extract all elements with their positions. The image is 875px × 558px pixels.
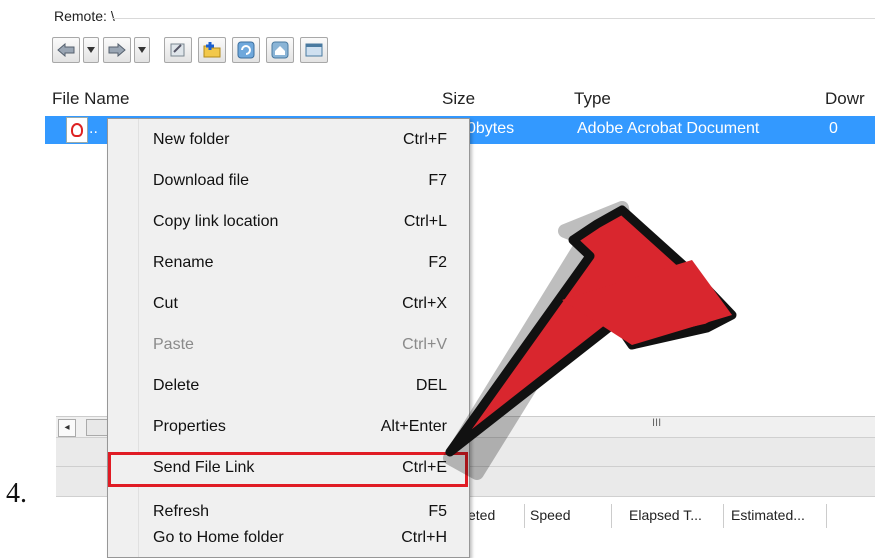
menu-item-shortcut: DEL: [415, 377, 447, 394]
remote-label: Remote:: [54, 8, 107, 24]
column-separator: [723, 504, 724, 528]
ftp-client-screenshot: Remote: \ File Name Size Type Dowr .. 0b…: [42, 0, 875, 558]
column-header-downloads[interactable]: Dowr: [825, 89, 865, 109]
back-arrow-icon[interactable]: [52, 37, 80, 63]
column-separator: [611, 504, 612, 528]
remote-path: \: [110, 8, 115, 24]
step-number: 4.: [6, 478, 27, 509]
menu-item-new-folder[interactable]: New folder Ctrl+F: [108, 122, 469, 163]
menu-item-label: New folder: [153, 131, 230, 148]
menu-item-shortcut: Ctrl+V: [402, 336, 447, 353]
menu-item-download-file[interactable]: Download file F7: [108, 163, 469, 204]
file-name: ..: [89, 120, 98, 137]
queue-column-completed[interactable]: eted: [468, 507, 495, 523]
dropdown-icon[interactable]: [134, 37, 150, 63]
queue-column-estimated[interactable]: Estimated...: [731, 507, 805, 523]
scroll-left-icon[interactable]: ◂: [58, 419, 76, 437]
forward-arrow-icon[interactable]: [103, 37, 131, 63]
menu-item-label: Rename: [153, 254, 214, 271]
column-separator: [524, 504, 525, 528]
menu-item-shortcut: Ctrl+H: [401, 529, 447, 546]
menu-item-delete[interactable]: Delete DEL: [108, 368, 469, 409]
menu-item-label: Go to Home folder: [153, 529, 284, 546]
scroll-grip[interactable]: III: [652, 417, 661, 429]
new-folder-icon[interactable]: [198, 37, 226, 63]
menu-item-label: Refresh: [153, 503, 210, 520]
edit-icon[interactable]: [164, 37, 192, 63]
column-header-size[interactable]: Size: [442, 89, 475, 109]
menu-item-shortcut: Ctrl+E: [402, 459, 447, 476]
column-separator: [826, 504, 827, 528]
context-menu: New folder Ctrl+F Download file F7 Copy …: [107, 118, 470, 558]
menu-item-copy-link-location[interactable]: Copy link location Ctrl+L: [108, 204, 469, 245]
menu-item-go-to-home-folder[interactable]: Go to Home folder Ctrl+H: [108, 520, 469, 558]
file-list-header: File Name Size Type Dowr: [42, 86, 875, 113]
menu-item-paste: Paste Ctrl+V: [108, 327, 469, 368]
file-downloads: 0: [829, 120, 838, 137]
window-icon[interactable]: [300, 37, 328, 63]
menu-item-label: Send File Link: [153, 459, 255, 476]
menu-item-label: Paste: [153, 336, 194, 353]
menu-item-send-file-link[interactable]: Send File Link Ctrl+E: [108, 452, 469, 495]
menu-item-label: Copy link location: [153, 213, 279, 230]
column-header-type[interactable]: Type: [574, 89, 611, 109]
menu-item-shortcut: F2: [428, 254, 447, 271]
menu-item-shortcut: Ctrl+X: [402, 295, 447, 312]
file-type: Adobe Acrobat Document: [577, 120, 760, 137]
menu-item-shortcut: Ctrl+F: [403, 131, 447, 148]
home-folder-icon[interactable]: [266, 37, 294, 63]
refresh-icon[interactable]: [232, 37, 260, 63]
column-header-file-name[interactable]: File Name: [52, 89, 129, 109]
menu-item-shortcut: Alt+Enter: [380, 418, 447, 435]
queue-column-speed[interactable]: Speed: [530, 507, 570, 523]
menu-item-cut[interactable]: Cut Ctrl+X: [108, 286, 469, 327]
menu-item-label: Download file: [153, 172, 250, 189]
menu-item-properties[interactable]: Properties Alt+Enter: [108, 409, 469, 450]
menu-item-label: Delete: [153, 377, 200, 394]
menu-item-rename[interactable]: Rename F2: [108, 245, 469, 286]
queue-column-elapsed[interactable]: Elapsed T...: [629, 507, 702, 523]
divider: [112, 18, 875, 19]
remote-path-bar: Remote: \: [54, 8, 115, 24]
menu-item-label: Cut: [153, 295, 178, 312]
menu-item-label: Properties: [153, 418, 226, 435]
dropdown-icon[interactable]: [83, 37, 99, 63]
menu-item-shortcut: F7: [428, 172, 447, 189]
menu-item-shortcut: Ctrl+L: [403, 213, 447, 230]
pdf-file-icon: [66, 117, 88, 143]
menu-item-shortcut: F5: [428, 503, 447, 520]
file-size: 0bytes: [467, 120, 515, 137]
